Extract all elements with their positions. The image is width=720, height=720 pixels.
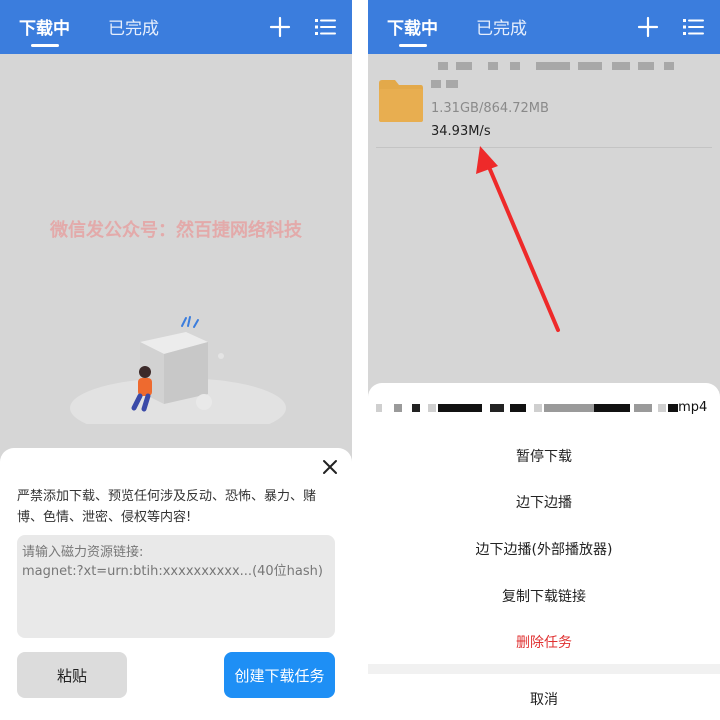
tab-completed[interactable]: 已完成 [476,14,527,39]
top-bar: 下载中 已完成 [0,0,352,54]
add-icon[interactable] [636,15,660,39]
list-icon[interactable] [681,15,705,39]
pause-download-button[interactable]: 暂停下载 [368,446,720,466]
empty-state-illustration [70,316,286,424]
magnet-input-placeholder: 请输入磁力资源链接: magnet:?xt=urn:btih:xxxxxxxxx… [22,545,323,579]
filename-extension: .mp4 [674,400,708,415]
play-external-player-button[interactable]: 边下边播(外部播放器) [368,539,720,559]
task-options-screen: 下载中 已完成 1.31GB/864.72MB 34.93M/s .mp4 暂停… [368,0,720,720]
play-while-download-button[interactable]: 边下边播 [368,492,720,512]
task-size: 1.31GB/864.72MB [431,101,549,116]
tab-completed[interactable]: 已完成 [108,14,159,39]
cancel-button[interactable]: 取消 [368,689,720,709]
divider-gutter [352,0,368,720]
content-warning: 严禁添加下载、预览任何涉及反动、恐怖、暴力、赌博、色情、泄密、侵权等内容! [17,489,317,525]
copy-download-link-button[interactable]: 复制下载链接 [368,586,720,606]
add-icon[interactable] [268,15,292,39]
tab-downloading[interactable]: 下载中 [19,14,70,39]
tab-downloading[interactable]: 下载中 [387,14,438,39]
watermark-text: 微信发公众号：然百捷网络科技 [50,220,302,241]
close-icon[interactable] [318,455,342,479]
top-bar: 下载中 已完成 [368,0,720,54]
tab-indicator [31,44,59,47]
add-task-screen: 下载中 已完成 微信发公众号：然百捷网络科技 严禁添加下载、预览任何涉及反动、恐… [0,0,352,720]
paste-button[interactable]: 粘贴 [17,652,127,698]
list-icon[interactable] [313,15,337,39]
annotation-arrow [476,146,560,332]
delete-task-button[interactable]: 删除任务 [368,632,720,652]
sheet-separator [368,664,720,674]
blurred-filename [376,399,712,417]
folder-icon [379,80,423,122]
task-speed: 34.93M/s [431,124,491,139]
create-download-button[interactable]: 创建下载任务 [224,652,335,698]
tab-indicator [399,44,427,47]
